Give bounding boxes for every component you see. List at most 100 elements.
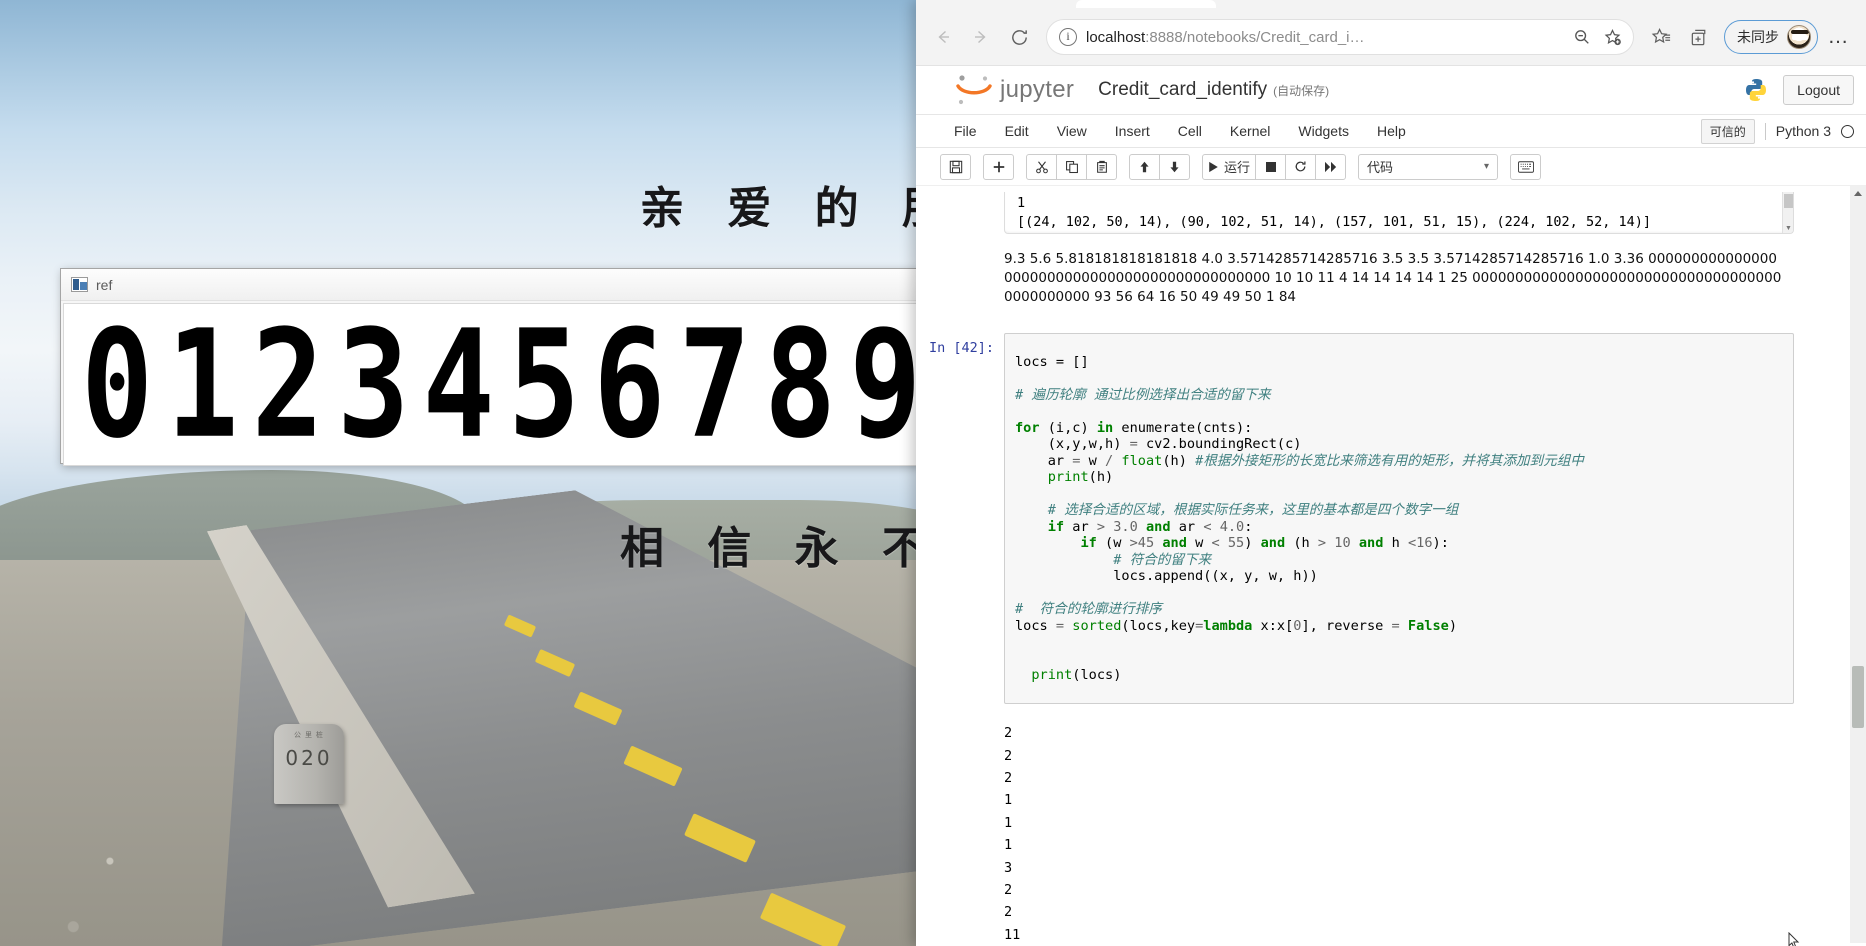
command-palette-button[interactable] — [1510, 153, 1542, 180]
logout-button[interactable]: Logout — [1783, 75, 1854, 105]
menu-kernel[interactable]: Kernel — [1216, 119, 1284, 143]
jupyter-menubar: File Edit View Insert Cell Kernel Widget… — [916, 115, 1866, 148]
jupyter-toolbar: 运行 代码 ▾ — [916, 148, 1866, 186]
python-logo — [1743, 77, 1769, 103]
browser-tab[interactable] — [1076, 0, 1216, 8]
menu-file[interactable]: File — [940, 119, 991, 143]
zoom-out-icon[interactable] — [1567, 22, 1597, 52]
jupyter-wordmark[interactable]: jupyter — [1000, 76, 1074, 104]
stream-line: 2 — [1004, 882, 1013, 899]
browser-navbar: i localhost:8888/notebooks/Credit_card_i… — [916, 8, 1866, 66]
ref-window-titlebar[interactable]: ref — [61, 269, 919, 301]
page-scroll-thumb[interactable] — [1852, 666, 1864, 728]
tab-strip[interactable] — [916, 0, 1866, 8]
code-line: if (w >45 and w < 55) and (h > 10 and h … — [1080, 535, 1449, 552]
chevron-down-icon: ▾ — [1483, 161, 1490, 172]
output-scrollbar[interactable]: ▼ — [1782, 192, 1793, 233]
stream-line: 3 — [1004, 859, 1013, 876]
avatar[interactable] — [1787, 25, 1811, 49]
star-plus-icon[interactable] — [1597, 22, 1627, 52]
stream-line: 2 — [1004, 747, 1013, 764]
address-bar[interactable]: i localhost:8888/notebooks/Credit_card_i… — [1046, 19, 1634, 55]
stream-line: 2 — [1004, 904, 1013, 921]
toolbar-group-save — [940, 153, 971, 180]
restart-and-run-all-button[interactable] — [1315, 153, 1347, 180]
move-cell-down-button[interactable] — [1159, 153, 1190, 180]
restart-kernel-button[interactable] — [1285, 153, 1317, 180]
collections-button[interactable] — [1682, 20, 1716, 54]
menu-widgets[interactable]: Widgets — [1284, 119, 1363, 143]
code-line: if ar > 3.0 and ar < 4.0: — [1047, 518, 1253, 535]
paste-button[interactable] — [1086, 153, 1117, 180]
output-scroll-thumb[interactable] — [1784, 194, 1793, 208]
address-bar-url[interactable]: localhost:8888/notebooks/Credit_card_i… — [1086, 29, 1567, 46]
desktop-wallpaper: 公 里 桩 020 亲 爱 的 朋 相 信 永 不 相 信 永 不 相 信 永 … — [0, 0, 916, 946]
wallpaper-calligraphy-line-4: 相 信 永 不 — [620, 523, 916, 574]
move-cell-up-button[interactable] — [1129, 153, 1160, 180]
code-line: # 选择合适的区域，根据实际任务来，这里的基本都是四个数字一组 — [1015, 502, 1459, 519]
image-file-icon — [71, 277, 88, 292]
toolbar-group-move — [1129, 153, 1190, 180]
triangle-up-icon[interactable] — [1854, 191, 1862, 196]
code-line: locs = sorted(locs,key=lambda x:x[0], re… — [1015, 617, 1457, 634]
code-cell[interactable]: In [42]: locs = [] # 遍历轮廓 通过比例选择出合适的留下来 … — [916, 333, 1842, 705]
cell-editor[interactable]: locs = [] # 遍历轮廓 通过比例选择出合适的留下来 for (i,c)… — [1004, 333, 1794, 705]
jupyter-header-right: Logout — [1743, 75, 1854, 105]
code-line: print(h) — [1047, 469, 1114, 486]
menu-insert[interactable]: Insert — [1101, 119, 1164, 143]
code-line: # 符合的留下来 — [1015, 551, 1212, 568]
run-button[interactable]: 运行 — [1202, 153, 1257, 180]
back-button[interactable] — [926, 20, 960, 54]
triangle-down-icon[interactable]: ▼ — [1785, 225, 1792, 232]
cut-button[interactable] — [1026, 153, 1057, 180]
notebook-name[interactable]: Credit_card_identify — [1098, 79, 1267, 101]
favorites-button[interactable] — [1644, 20, 1678, 54]
forward-button[interactable] — [964, 20, 998, 54]
run-button-label: 运行 — [1224, 160, 1251, 175]
cell-source-code[interactable]: locs = [] # 遍历轮廓 通过比例选择出合适的留下来 for (i,c)… — [1015, 354, 1789, 684]
scrolled-output-line-2: [(24, 102, 50, 14), (90, 102, 51, 14), (… — [1017, 214, 1651, 230]
wallpaper-calligraphy-line-1: 亲 爱 的 朋 — [640, 183, 916, 234]
cell-type-select[interactable]: 代码 ▾ — [1358, 153, 1499, 180]
menu-view[interactable]: View — [1043, 119, 1101, 143]
scrolled-output-line-1: 1 — [1017, 195, 1026, 211]
page-scrollbar[interactable] — [1850, 186, 1866, 943]
browser-window[interactable]: i localhost:8888/notebooks/Credit_card_i… — [916, 0, 1866, 946]
ocr-digits-template: 0123456789 — [81, 303, 917, 466]
copy-button[interactable] — [1056, 153, 1087, 180]
jupyter-header: jupyter Credit_card_identify (自动保存) Logo… — [916, 66, 1866, 115]
menu-edit[interactable]: Edit — [991, 119, 1043, 143]
jupyter-logo[interactable] — [954, 73, 994, 107]
code-line: for (i,c) in enumerate(cnts): — [1015, 419, 1253, 436]
profile-sync-button[interactable]: 未同步 — [1724, 20, 1818, 54]
ellipsis-icon[interactable]: … — [1822, 20, 1856, 54]
cell-input-prompt: In [42]: — [928, 340, 994, 356]
url-path: :8888/notebooks/Credit_card_i… — [1145, 28, 1365, 46]
insert-cell-below-button[interactable] — [983, 153, 1014, 180]
notebook-body[interactable]: 1 [(24, 102, 50, 14), (90, 102, 51, 14),… — [916, 186, 1866, 943]
scrolled-output-area[interactable]: 1 [(24, 102, 50, 14), (90, 102, 51, 14),… — [1004, 192, 1794, 234]
autosave-label: (自动保存) — [1273, 83, 1330, 98]
divider — [1764, 122, 1766, 140]
info-circle-icon[interactable]: i — [1059, 28, 1077, 46]
save-button[interactable] — [940, 153, 971, 180]
menu-cell[interactable]: Cell — [1164, 119, 1216, 143]
trusted-badge[interactable]: 可信的 — [1700, 118, 1755, 144]
code-line: locs.append((x, y, w, h)) — [1015, 568, 1318, 585]
menu-help[interactable]: Help — [1363, 119, 1420, 143]
code-line: # 遍历轮廓 通过比例选择出合适的留下来 — [1015, 386, 1271, 403]
ref-image-window[interactable]: ref 0123456789 — [60, 268, 920, 466]
code-line: (x,y,w,h) = cv2.boundingRect(c) — [1015, 436, 1302, 453]
kernel-idle-circle-icon[interactable] — [1841, 124, 1854, 138]
reload-button[interactable] — [1002, 20, 1036, 54]
ref-window-title: ref — [96, 276, 113, 293]
url-host: localhost — [1086, 28, 1146, 46]
interrupt-kernel-button[interactable] — [1255, 153, 1287, 180]
toolbar-group-palette — [1510, 153, 1542, 180]
toolbar-group-clipboard — [1026, 153, 1117, 180]
jupyter-menubar-right: 可信的 Python 3 — [1700, 118, 1854, 144]
